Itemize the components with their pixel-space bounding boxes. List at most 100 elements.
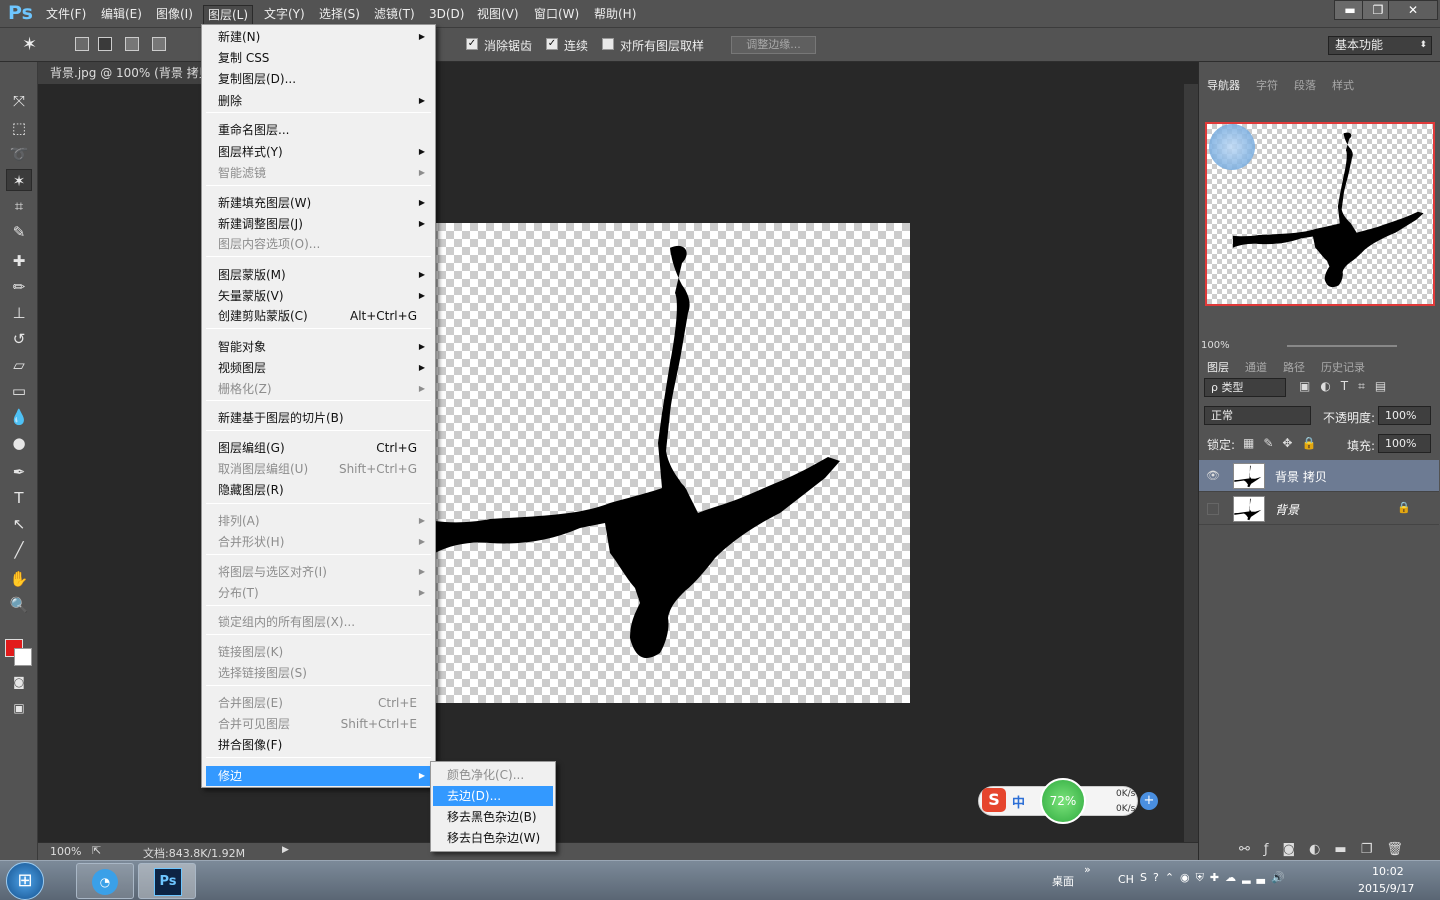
stamp-tool-icon[interactable]: ⊥ (6, 302, 32, 324)
line-tool-icon[interactable]: ╱ (6, 539, 32, 561)
taskbar-app-photoshop[interactable]: Ps (138, 863, 196, 899)
zoom-readout[interactable]: 100% (50, 845, 81, 858)
menu-edit[interactable]: 编辑(E) (97, 5, 146, 25)
menu-item[interactable]: 重命名图层... (206, 120, 431, 140)
tab-history[interactable]: 历史记录 (1321, 359, 1365, 375)
contiguous-checkbox[interactable]: ✓ (546, 38, 558, 50)
healing-brush-icon[interactable]: ✚ (6, 250, 32, 272)
taskbar-app-browser[interactable]: ◔ (76, 863, 134, 899)
crop-tool-icon[interactable]: ⌗ (6, 195, 32, 217)
layer-name[interactable]: 背景 拷贝 (1275, 468, 1327, 485)
clock-time[interactable]: 10:02 (1372, 865, 1404, 878)
document-tab[interactable]: 背景.jpg @ 100% (背景 拷贝 (38, 62, 208, 84)
dodge-tool-icon[interactable]: ● (6, 432, 32, 454)
menu-item[interactable]: 复制图层(D)... (206, 69, 431, 89)
menu-item[interactable]: 矢量蒙版(V) ▶ (206, 286, 431, 306)
eraser-tool-icon[interactable]: ▱ (6, 354, 32, 376)
submenu-item[interactable]: 移去黑色杂边(B) (433, 807, 553, 827)
refine-edge-button[interactable]: 调整边缘... (731, 36, 816, 54)
export-icon[interactable]: ⇱ (92, 844, 101, 857)
layer-row[interactable]: 背景 🔒 (1199, 493, 1439, 525)
tab-character[interactable]: 字符 (1256, 77, 1278, 93)
document-canvas[interactable] (430, 223, 910, 703)
layer-actions-icons[interactable]: ⚯ƒ◙◐▬❐🗑 (1239, 842, 1417, 857)
menu-item[interactable]: 新建填充图层(W) ▶ (206, 193, 431, 213)
menu-item[interactable]: 拼合图像(F) (206, 735, 431, 755)
vertical-scrollbar[interactable] (1184, 84, 1198, 842)
menu-type[interactable]: 文字(Y) (260, 5, 309, 25)
layer-filter-select[interactable]: ρ 类型 (1204, 378, 1286, 397)
menu-select[interactable]: 选择(S) (315, 5, 364, 25)
wifi-float-icon[interactable] (1209, 124, 1255, 170)
marquee-tool-icon[interactable]: ⬚ (6, 117, 32, 139)
menu-image[interactable]: 图像(I) (152, 5, 197, 25)
tab-navigator[interactable]: 导航器 (1207, 77, 1240, 93)
status-menu-arrow-icon[interactable]: ▶ (282, 845, 289, 855)
menu-item[interactable]: 隐藏图层(R) (206, 480, 431, 500)
tab-channels[interactable]: 通道 (1245, 359, 1267, 375)
layer-name[interactable]: 背景 (1275, 501, 1299, 518)
menu-item[interactable]: 智能对象 ▶ (206, 337, 431, 357)
navigator-zoom-slider[interactable] (1287, 345, 1397, 347)
workspace-select[interactable]: 基本功能 ⬍ (1328, 36, 1432, 55)
tab-layers[interactable]: 图层 (1207, 359, 1229, 375)
gradient-tool-icon[interactable]: ▭ (6, 380, 32, 402)
eyedropper-tool-icon[interactable]: ✎ (6, 221, 32, 243)
history-brush-icon[interactable]: ↺ (6, 328, 32, 350)
menu-file[interactable]: 文件(F) (42, 5, 90, 25)
layer-filter-icons[interactable]: ▣◐T⌗▤ (1299, 379, 1396, 394)
tab-paths[interactable]: 路径 (1283, 359, 1305, 375)
background-color-swatch[interactable] (14, 648, 32, 666)
pen-tool-icon[interactable]: ✒ (6, 461, 32, 483)
new-selection-icon[interactable] (75, 37, 89, 51)
magic-wand-tool-icon[interactable]: ✶ (6, 169, 32, 191)
visibility-toggle[interactable] (1207, 503, 1219, 515)
move-tool-icon[interactable]: ⤧ (6, 90, 32, 112)
menu-item[interactable]: 图层编组(G) Ctrl+G (206, 438, 431, 458)
language-indicator[interactable]: CH (1118, 873, 1134, 886)
subtract-selection-icon[interactable] (125, 37, 139, 51)
submenu-item[interactable]: 去边(D)... (433, 786, 553, 806)
menu-layer[interactable]: 图层(L) (203, 5, 254, 25)
toolbar-expand-icon[interactable]: » (1084, 863, 1091, 876)
layer-row[interactable]: 👁 背景 拷贝 (1199, 460, 1439, 492)
menu-filter[interactable]: 滤镜(T) (370, 5, 419, 25)
navigator-preview[interactable] (1205, 122, 1435, 306)
sogou-icon[interactable]: S (982, 788, 1006, 812)
menu-item[interactable]: 新建(N) ▶ (206, 27, 431, 47)
menu-window[interactable]: 窗口(W) (530, 5, 583, 25)
fill-field[interactable]: 100% (1378, 434, 1431, 453)
navigator-zoom[interactable]: 100% (1201, 340, 1230, 351)
clock-date[interactable]: 2015/9/17 (1358, 882, 1414, 895)
menu-item[interactable]: 视频图层 ▶ (206, 358, 431, 378)
desktop-toolbar[interactable]: 桌面 (1052, 873, 1074, 889)
antialias-checkbox[interactable]: ✓ (466, 38, 478, 50)
ime-mode[interactable]: 中 (1012, 792, 1025, 811)
type-tool-icon[interactable]: T (6, 487, 32, 509)
path-select-icon[interactable]: ↖ (6, 513, 32, 535)
menu-item[interactable]: 修边 ▶ (206, 766, 431, 786)
network-monitor-widget[interactable]: S 中 72% 0K/s 0K/s + (978, 778, 1168, 824)
eye-icon[interactable]: 👁 (1205, 468, 1221, 484)
memory-gauge[interactable]: 72% (1040, 778, 1086, 824)
submenu-item[interactable]: 移去白色杂边(W) (433, 828, 553, 848)
magic-wand-icon[interactable]: ✶ (22, 34, 37, 55)
menu-item[interactable]: 创建剪贴蒙版(C) Alt+Ctrl+G (206, 306, 431, 326)
sample-all-checkbox[interactable] (602, 38, 614, 50)
intersect-selection-icon[interactable] (152, 37, 166, 51)
menu-item[interactable]: 图层蒙版(M) ▶ (206, 265, 431, 285)
blur-tool-icon[interactable]: 💧 (6, 406, 32, 428)
tab-styles[interactable]: 样式 (1332, 77, 1354, 93)
blend-mode-select[interactable]: 正常 (1204, 406, 1311, 425)
screen-mode-icon[interactable]: ▣ (6, 697, 32, 719)
start-button[interactable]: ⊞ (6, 862, 44, 900)
menu-3d[interactable]: 3D(D) (425, 5, 468, 25)
lock-icons[interactable]: ▦✎✥🔒 (1243, 436, 1325, 450)
tray-icons[interactable]: S?⌃◉⛨✚☁▂▃🔊 (1140, 871, 1291, 885)
close-button[interactable]: ✕ (1388, 0, 1438, 20)
tab-paragraph[interactable]: 段落 (1294, 77, 1316, 93)
plus-icon[interactable]: + (1140, 792, 1158, 810)
zoom-tool-icon[interactable]: 🔍 (6, 594, 32, 616)
brush-tool-icon[interactable]: ✏ (6, 276, 32, 298)
menu-item[interactable]: 新建基于图层的切片(B) (206, 408, 431, 428)
